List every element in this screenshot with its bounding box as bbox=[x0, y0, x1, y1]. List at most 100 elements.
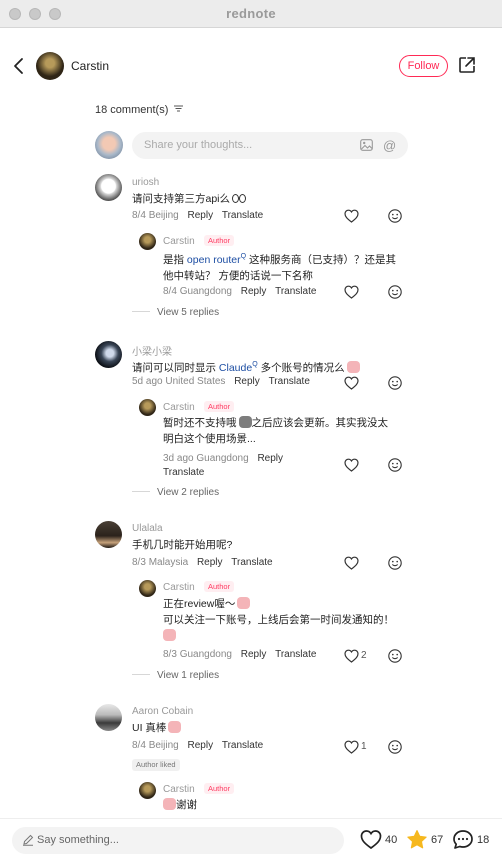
star-collect-icon[interactable] bbox=[406, 829, 428, 850]
pig-emoji-icon bbox=[346, 361, 360, 373]
comment-author-name[interactable]: 小梁小梁 bbox=[132, 343, 172, 358]
comment-text-part: 请问可以同时显示 bbox=[132, 362, 219, 374]
like-heart-icon[interactable] bbox=[344, 209, 359, 223]
translate-button[interactable]: Translate bbox=[222, 740, 263, 751]
comment-meta: 8/4 Beijing Reply Translate bbox=[132, 740, 263, 751]
share-thoughts-placeholder: Share your thoughts... bbox=[144, 139, 253, 151]
reply-author-name[interactable]: Carstin bbox=[163, 784, 195, 795]
mention-icon[interactable]: @ bbox=[383, 138, 396, 153]
emoji-reaction-icon[interactable] bbox=[388, 740, 402, 754]
reply-avatar[interactable] bbox=[139, 399, 156, 416]
reply-location: Guangdong bbox=[179, 286, 232, 297]
cat-emoji-icon bbox=[238, 416, 252, 428]
comment-count-label: 18 comment(s) bbox=[95, 104, 169, 116]
emoji-reaction-icon[interactable] bbox=[388, 556, 402, 570]
reply-text-part: 正在review喔～ bbox=[163, 598, 236, 610]
comment-meta: 5d ago United States Reply Translate bbox=[132, 376, 310, 387]
author-badge: Author bbox=[204, 783, 235, 794]
comment-date: 8/4 bbox=[132, 740, 146, 751]
comment-author-name[interactable]: Aaron Cobain bbox=[132, 706, 193, 717]
reply-avatar[interactable] bbox=[139, 580, 156, 597]
like-heart-icon[interactable] bbox=[360, 829, 382, 850]
translate-button[interactable]: Translate bbox=[269, 376, 310, 387]
reply-author-name[interactable]: Carstin bbox=[163, 402, 195, 413]
view-replies-link[interactable]: View 5 replies bbox=[132, 307, 219, 318]
comment-avatar[interactable] bbox=[95, 704, 122, 731]
reply-button[interactable]: Reply bbox=[241, 649, 267, 660]
comment-meta: 8/4 Beijing Reply Translate bbox=[132, 210, 263, 221]
reply-meta: 3d ago Guangdong Reply Translate bbox=[163, 452, 283, 480]
share-icon[interactable] bbox=[458, 56, 476, 74]
comment-bubble-icon[interactable] bbox=[452, 829, 474, 850]
author-avatar[interactable] bbox=[36, 52, 64, 80]
view-replies-link[interactable]: View 2 replies bbox=[132, 487, 219, 498]
comment-date: 5d ago bbox=[132, 376, 163, 387]
reply-avatar[interactable] bbox=[139, 233, 156, 250]
translate-button[interactable]: Translate bbox=[275, 649, 316, 660]
comment-location: Beijing bbox=[148, 740, 179, 751]
comment-avatar[interactable] bbox=[95, 174, 122, 201]
comment-avatar[interactable] bbox=[95, 521, 122, 548]
reply-author-name[interactable]: Carstin bbox=[163, 236, 195, 247]
emoji-reaction-icon[interactable] bbox=[388, 209, 402, 223]
reply-text: 正在review喔～ 可以关注一下账号，上线后会第一时间发通知的！ bbox=[163, 596, 403, 644]
sort-icon[interactable] bbox=[174, 105, 184, 112]
pig-emoji-icon bbox=[163, 629, 176, 641]
comment-date: 8/4 bbox=[132, 210, 146, 221]
pig-emoji-icon bbox=[237, 597, 251, 609]
reply-location: Guangdong bbox=[179, 649, 232, 660]
reply-button[interactable]: Reply bbox=[234, 376, 260, 387]
like-heart-icon[interactable] bbox=[344, 376, 359, 390]
reply-text: 是指 open routerQ 这种服务商（已支持）？还是其 他中转站？ 方便的… bbox=[163, 249, 403, 284]
like-count: 2 bbox=[361, 650, 367, 661]
reply-location: Guangdong bbox=[196, 453, 249, 464]
comment-text-body: UI 真棒 bbox=[132, 722, 167, 734]
pig-emoji-icon bbox=[163, 798, 176, 810]
say-something-input[interactable]: Say something... bbox=[12, 827, 344, 854]
author-name[interactable]: Carstin bbox=[71, 59, 109, 73]
image-icon[interactable] bbox=[360, 139, 373, 151]
like-heart-icon[interactable] bbox=[344, 556, 359, 570]
translate-button[interactable]: Translate bbox=[163, 467, 204, 478]
reply-avatar[interactable] bbox=[139, 782, 156, 799]
comment-meta: 8/3 Malaysia Reply Translate bbox=[132, 557, 273, 568]
like-heart-icon[interactable] bbox=[344, 649, 359, 663]
translate-button[interactable]: Translate bbox=[275, 286, 316, 297]
bottom-action-bar: Say something... 40 67 18 bbox=[0, 818, 502, 859]
reply-button[interactable]: Reply bbox=[188, 740, 214, 751]
emoji-reaction-icon[interactable] bbox=[388, 285, 402, 299]
like-heart-icon[interactable] bbox=[344, 458, 359, 472]
emoji-reaction-icon[interactable] bbox=[388, 376, 402, 390]
reply-button[interactable]: Reply bbox=[241, 286, 267, 297]
view-replies-link[interactable]: View 1 replies bbox=[132, 670, 219, 681]
author-badge: Author bbox=[204, 235, 235, 246]
reply-button[interactable]: Reply bbox=[188, 210, 214, 221]
comment-link[interactable]: Claude bbox=[219, 362, 252, 374]
say-something-placeholder: Say something... bbox=[37, 834, 119, 846]
comment-avatar[interactable] bbox=[95, 341, 122, 368]
comment-text-part: 多个账号的情况么 bbox=[257, 362, 345, 374]
pencil-icon bbox=[23, 834, 34, 846]
translate-button[interactable]: Translate bbox=[231, 557, 272, 568]
reply-text-part: 明白这个使用场景... bbox=[163, 433, 256, 445]
reply-text-part: 是指 bbox=[163, 254, 187, 266]
eyes-emoji-icon bbox=[232, 192, 247, 204]
emoji-reaction-icon[interactable] bbox=[388, 458, 402, 472]
reply-author-name[interactable]: Carstin bbox=[163, 582, 195, 593]
reply-button[interactable]: Reply bbox=[257, 453, 283, 464]
share-thoughts-input[interactable]: Share your thoughts... @ bbox=[132, 132, 408, 159]
post-header: Carstin Follow bbox=[0, 28, 502, 104]
follow-button[interactable]: Follow bbox=[399, 55, 448, 77]
like-heart-icon[interactable] bbox=[344, 285, 359, 299]
reply-meta: 8/3 Guangdong Reply Translate bbox=[163, 649, 316, 660]
back-icon[interactable] bbox=[10, 56, 28, 76]
reply-button[interactable]: Reply bbox=[197, 557, 223, 568]
comment-date: 8/3 bbox=[132, 557, 146, 568]
emoji-reaction-icon[interactable] bbox=[388, 649, 402, 663]
collects-count: 67 bbox=[431, 834, 444, 846]
reply-link[interactable]: open router bbox=[187, 254, 241, 266]
comment-author-name[interactable]: uriosh bbox=[132, 177, 159, 188]
translate-button[interactable]: Translate bbox=[222, 210, 263, 221]
comment-author-name[interactable]: Ulalala bbox=[132, 523, 163, 534]
like-heart-icon[interactable] bbox=[344, 740, 359, 754]
